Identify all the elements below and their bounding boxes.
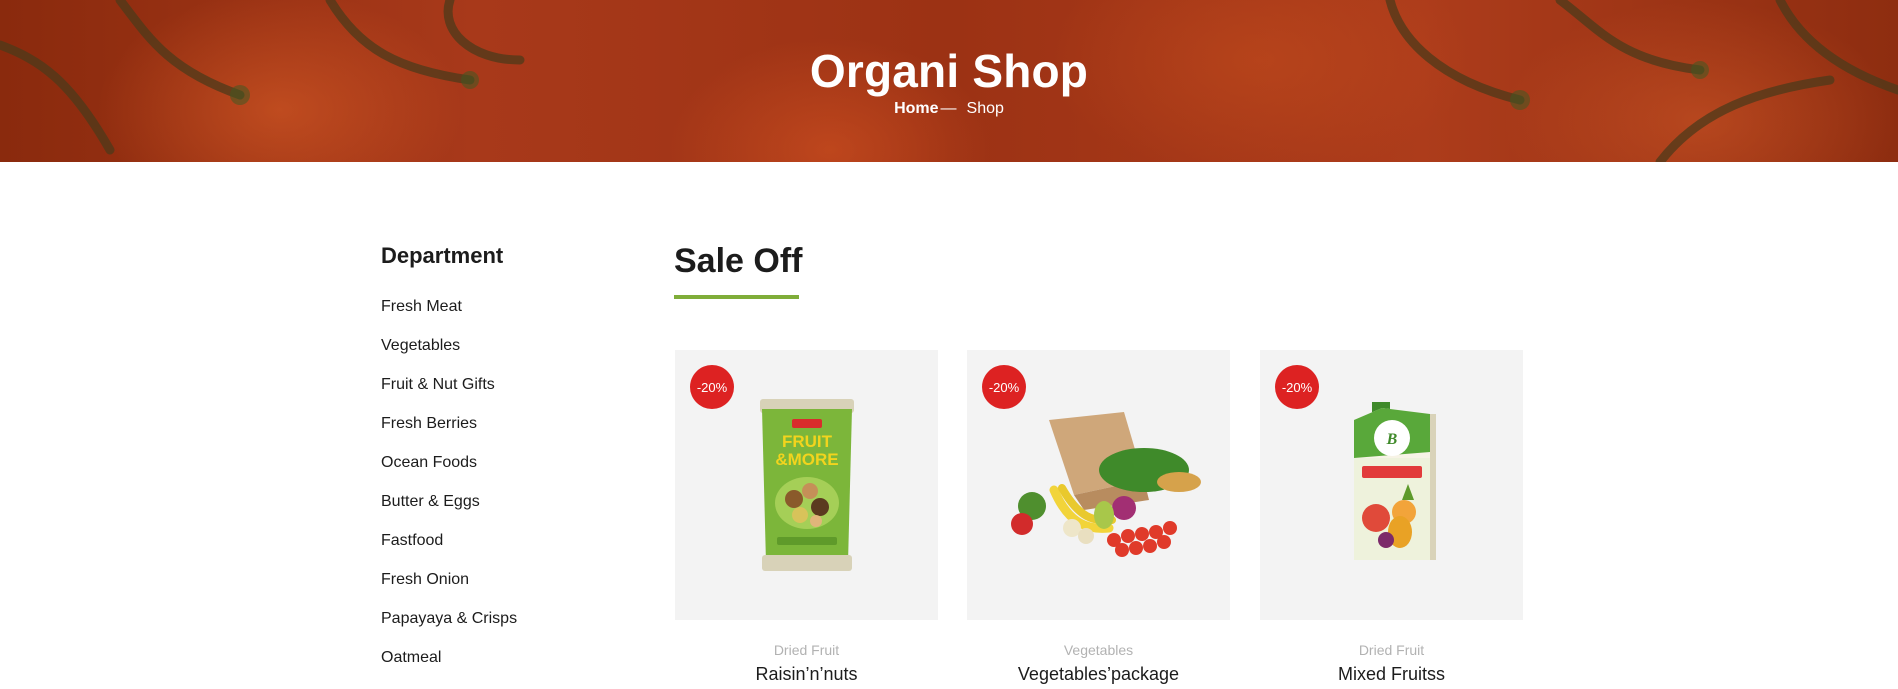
department-item-fruit-nut-gifts[interactable]: Fruit & Nut Gifts xyxy=(381,375,601,414)
mixed-fruit-juice-carton-image: B xyxy=(1353,402,1436,560)
department-item-oatmeal[interactable]: Oatmeal xyxy=(381,648,601,687)
department-item-fresh-berries[interactable]: Fresh Berries xyxy=(381,414,601,453)
product-image[interactable]: -20% xyxy=(967,350,1230,620)
paper-bag-vegetables-image xyxy=(1010,412,1201,557)
breadcrumb-home-link[interactable]: Home xyxy=(894,100,938,117)
department-item-papayaya-crisps[interactable]: Papayaya & Crisps xyxy=(381,609,601,648)
department-item-fastfood[interactable]: Fastfood xyxy=(381,531,601,570)
breadcrumb-separator: — xyxy=(940,100,957,117)
department-list: Fresh Meat Vegetables Fruit & Nut Gifts … xyxy=(381,297,601,687)
discount-badge: -20% xyxy=(690,365,734,409)
product-name[interactable]: Raisin’n’nuts xyxy=(675,664,938,685)
sale-off-title-underline xyxy=(674,295,799,299)
product-category: Dried Fruit xyxy=(1358,642,1425,658)
product-name[interactable]: Vegetables’package xyxy=(967,664,1230,685)
sale-off-title: Sale Off xyxy=(674,242,803,280)
svg-text:&MORE: &MORE xyxy=(775,450,838,469)
product-category: Vegetables xyxy=(1063,642,1134,658)
department-item-ocean-foods[interactable]: Ocean Foods xyxy=(381,453,601,492)
hero-banner: Organi Shop Home — Shop xyxy=(0,0,1898,162)
svg-text:FRUIT: FRUIT xyxy=(781,432,832,451)
product-category: Dried Fruit xyxy=(773,642,840,658)
page-title: Organi Shop xyxy=(809,45,1089,97)
department-heading: Department xyxy=(381,243,504,268)
breadcrumb-current: Shop xyxy=(966,100,1004,117)
department-item-fresh-meat[interactable]: Fresh Meat xyxy=(381,297,601,336)
discount-badge: -20% xyxy=(982,365,1026,409)
breadcrumb: Home — Shop xyxy=(0,100,1898,118)
product-image[interactable]: -20% B xyxy=(1260,350,1523,620)
department-sidebar: Department Fresh Meat Vegetables Fruit &… xyxy=(381,243,601,687)
hero-content: Organi Shop Home — Shop xyxy=(0,0,1898,162)
product-card[interactable]: -20% FRUIT &MORE Dried Fruit Raisin’n’nu… xyxy=(675,350,938,685)
fruit-and-more-snack-pack-image: FRUIT &MORE xyxy=(759,399,854,571)
product-image[interactable]: -20% FRUIT &MORE xyxy=(675,350,938,620)
department-item-fresh-onion[interactable]: Fresh Onion xyxy=(381,570,601,609)
discount-badge: -20% xyxy=(1275,365,1319,409)
svg-text:B: B xyxy=(1385,431,1397,448)
product-name[interactable]: Mixed Fruitss xyxy=(1260,664,1523,685)
product-card[interactable]: -20% Vegetables Vegetables’package xyxy=(967,350,1230,685)
product-card[interactable]: -20% B Dried Fruit Mixed Fruitss xyxy=(1260,350,1523,685)
department-item-vegetables[interactable]: Vegetables xyxy=(381,336,601,375)
department-item-butter-eggs[interactable]: Butter & Eggs xyxy=(381,492,601,531)
